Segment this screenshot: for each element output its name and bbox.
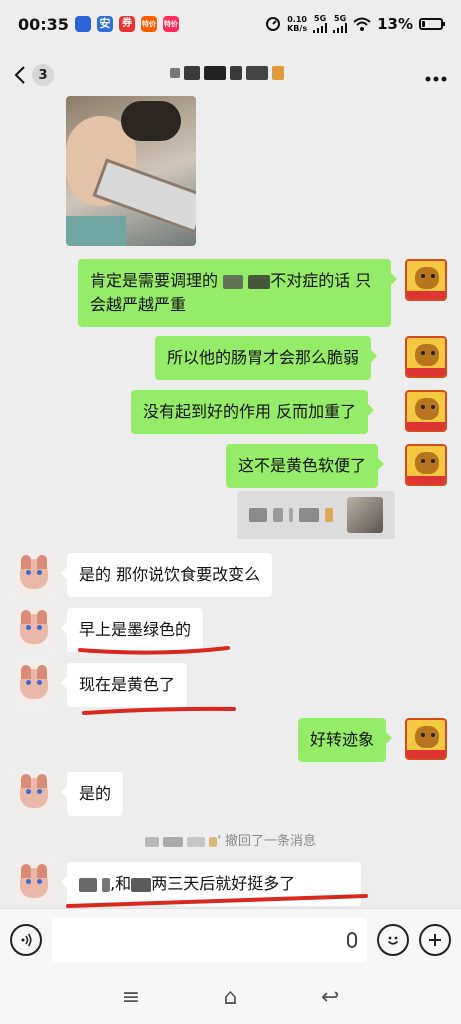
voice-icon (21, 933, 32, 946)
home-icon[interactable]: ⌂ (224, 985, 238, 1010)
mic-icon[interactable] (347, 931, 357, 948)
back-nav-icon[interactable]: ↩ (321, 985, 339, 1010)
red-underline-annotations (66, 646, 368, 908)
message-input[interactable] (52, 917, 367, 962)
system-nav-bar: ≡ ⌂ ↩ (0, 970, 461, 1024)
plus-button[interactable] (419, 923, 451, 956)
input-bar (0, 908, 461, 970)
menu-icon[interactable]: ≡ (122, 985, 140, 1010)
emoji-button[interactable] (377, 923, 409, 956)
voice-toggle-button[interactable] (10, 923, 42, 956)
emoji-icon (387, 936, 399, 945)
plus-icon (429, 933, 441, 946)
